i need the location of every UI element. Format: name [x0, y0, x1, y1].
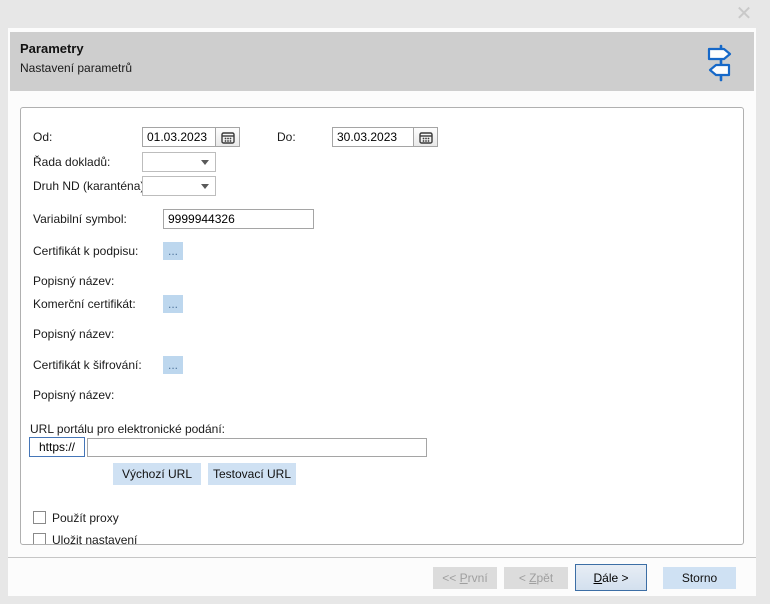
do-date-input[interactable]	[333, 128, 413, 146]
od-date-input[interactable]	[143, 128, 215, 146]
ulozit-nastaveni-checkbox[interactable]	[33, 533, 46, 545]
next-button[interactable]: Dále >	[575, 564, 647, 591]
signpost-icon	[700, 43, 738, 88]
page-title: Parametry	[20, 41, 84, 56]
komercni-cert-label: Komerční certifikát:	[33, 297, 136, 311]
wizard-window: ✕ Parametry Nastavení parametrů Od:	[0, 0, 770, 604]
chevron-down-icon	[201, 160, 209, 165]
footer-divider	[8, 557, 756, 558]
back-button-rest: pět	[537, 571, 554, 585]
dialog-header: Parametry Nastavení parametrů	[10, 32, 754, 91]
calendar-icon[interactable]	[215, 128, 239, 146]
variabilni-symbol-label: Variabilní symbol:	[33, 212, 127, 226]
https-prefix: https://	[29, 437, 85, 457]
back-button-prefix: <	[519, 571, 529, 585]
first-button-prefix: <<	[442, 571, 459, 585]
page-subtitle: Nastavení parametrů	[20, 61, 132, 75]
cert-podpis-label: Certifikát k podpisu:	[33, 244, 138, 258]
back-button[interactable]: < Zpět	[504, 567, 568, 589]
next-button-accel: D	[593, 571, 602, 585]
calendar-icon[interactable]	[413, 128, 437, 146]
url-input[interactable]	[87, 438, 427, 457]
do-datefield	[332, 127, 438, 147]
first-button[interactable]: << První	[433, 567, 497, 589]
ulozit-nastaveni-label: Uložit nastavení	[52, 533, 137, 545]
parameters-form-panel: Od: Do:	[20, 107, 744, 545]
parameters-dialog: Parametry Nastavení parametrů Od:	[8, 28, 756, 596]
druh-nd-select[interactable]	[142, 176, 216, 196]
first-button-rest: rvní	[468, 571, 488, 585]
url-portal-label: URL portálu pro elektronické podání:	[30, 422, 225, 436]
close-icon[interactable]: ✕	[731, 1, 757, 27]
popisny-nazev-label-3: Popisný název:	[33, 388, 114, 402]
pouzit-proxy-label: Použít proxy	[52, 511, 119, 525]
popisny-nazev-label-2: Popisný název:	[33, 327, 114, 341]
od-label: Od:	[33, 130, 52, 144]
rada-dokladu-label: Řada dokladů:	[33, 155, 110, 169]
cert-sifrovani-browse-button[interactable]: ...	[163, 356, 183, 374]
druh-nd-label: Druh ND (karanténa):	[33, 179, 148, 193]
chevron-down-icon	[201, 184, 209, 189]
variabilni-symbol-input[interactable]	[163, 209, 314, 229]
first-button-accel: P	[460, 571, 468, 585]
cert-sifrovani-label: Certifikát k šifrování:	[33, 358, 142, 372]
cert-podpis-browse-button[interactable]: ...	[163, 242, 183, 260]
testovaci-url-button[interactable]: Testovací URL	[208, 463, 296, 485]
komercni-cert-browse-button[interactable]: ...	[163, 295, 183, 313]
popisny-nazev-label-1: Popisný název:	[33, 274, 114, 288]
od-datefield	[142, 127, 240, 147]
pouzit-proxy-checkbox[interactable]	[33, 511, 46, 524]
back-button-accel: Z	[529, 571, 536, 585]
do-label: Do:	[277, 130, 296, 144]
vychozi-url-button[interactable]: Výchozí URL	[113, 463, 201, 485]
rada-dokladu-select[interactable]	[142, 152, 216, 172]
next-button-rest: ále >	[602, 571, 628, 585]
cancel-button[interactable]: Storno	[663, 567, 736, 589]
